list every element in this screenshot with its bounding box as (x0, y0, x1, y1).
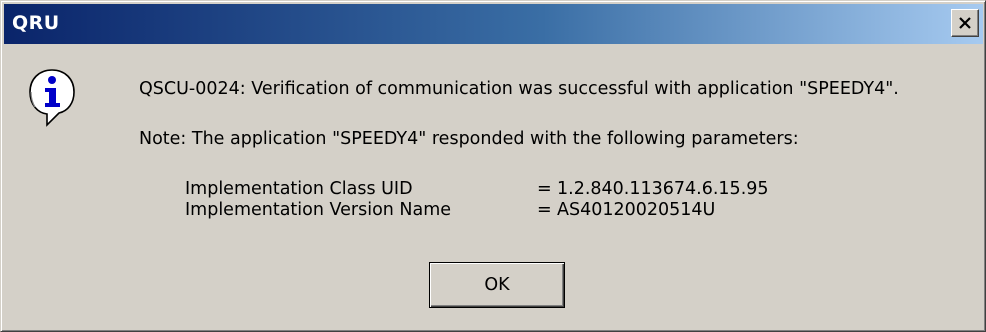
param-value-version-name: AS40120020514U (557, 200, 716, 220)
message-dialog: QRU QSCU-0024: Verification of communica… (0, 0, 986, 332)
window-title: QRU (12, 12, 60, 34)
param-separator: = (537, 200, 552, 220)
param-name-class-uid: Implementation Class UID (185, 179, 413, 199)
information-icon (29, 69, 75, 127)
ok-button-label: OK (484, 275, 510, 295)
note-text: Note: The application "SPEEDY4" responde… (139, 129, 799, 149)
title-bar[interactable]: QRU (4, 4, 983, 44)
param-value-class-uid: 1.2.840.113674.6.15.95 (557, 179, 769, 199)
param-separator: = (537, 179, 552, 199)
ok-button[interactable]: OK (429, 262, 565, 308)
message-text: QSCU-0024: Verification of communication… (139, 79, 899, 99)
close-x-icon (959, 17, 971, 29)
param-name-version-name: Implementation Version Name (185, 200, 452, 220)
close-button[interactable] (951, 9, 979, 37)
